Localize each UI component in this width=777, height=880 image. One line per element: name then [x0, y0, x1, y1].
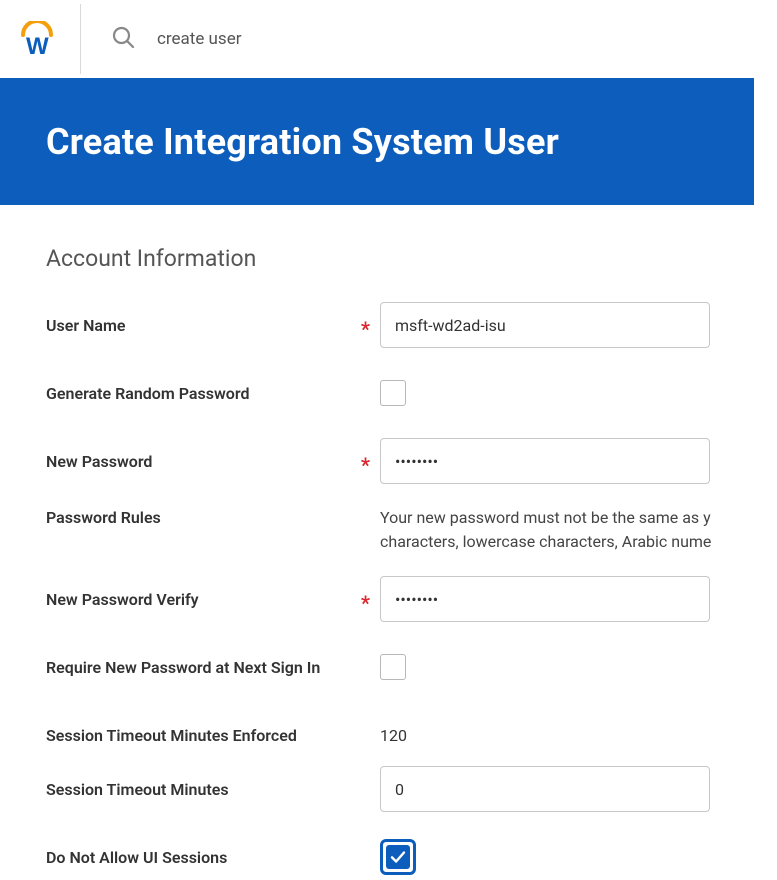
label-user-name: User Name	[46, 316, 126, 335]
search-icon	[111, 25, 135, 53]
search-box[interactable]: create user	[111, 25, 241, 53]
new-password-verify-field[interactable]	[380, 576, 710, 622]
required-icon: *	[361, 453, 370, 477]
generate-random-password-checkbox[interactable]	[380, 380, 406, 406]
workday-logo[interactable]: W	[14, 21, 60, 57]
require-new-password-checkbox[interactable]	[380, 654, 406, 680]
user-name-field[interactable]	[380, 302, 710, 348]
row-user-name: User Name *	[46, 302, 777, 348]
divider	[80, 4, 81, 74]
topbar: W create user	[0, 0, 777, 78]
page-title: Create Integration System User	[46, 121, 559, 163]
row-new-password: New Password *	[46, 438, 777, 484]
content: Account Information User Name * Generate…	[0, 205, 777, 880]
row-session-timeout-enforced: Session Timeout Minutes Enforced 120	[46, 712, 777, 758]
label-new-password: New Password	[46, 452, 152, 471]
do-not-allow-ui-checkbox[interactable]	[380, 839, 416, 875]
label-do-not-allow-ui: Do Not Allow UI Sessions	[46, 848, 227, 867]
row-require-new-password: Require New Password at Next Sign In	[46, 644, 777, 690]
label-new-password-verify: New Password Verify	[46, 590, 199, 609]
session-timeout-enforced-value: 120	[380, 726, 407, 745]
row-new-password-verify: New Password Verify *	[46, 576, 777, 622]
session-timeout-minutes-field[interactable]	[380, 766, 710, 812]
required-icon: *	[361, 317, 370, 341]
label-session-timeout-minutes: Session Timeout Minutes	[46, 780, 229, 799]
row-generate-random-password: Generate Random Password	[46, 370, 777, 416]
page-banner: Create Integration System User	[0, 78, 754, 205]
section-title: Account Information	[46, 245, 777, 272]
search-text: create user	[157, 29, 241, 49]
password-rules-text: Your new password must not be the same a…	[380, 506, 760, 554]
label-require-new-password: Require New Password at Next Sign In	[46, 658, 320, 677]
required-icon: *	[361, 591, 370, 615]
label-session-timeout-enforced: Session Timeout Minutes Enforced	[46, 726, 297, 745]
svg-text:W: W	[26, 33, 49, 57]
row-session-timeout-minutes: Session Timeout Minutes	[46, 766, 777, 812]
label-password-rules: Password Rules	[46, 508, 161, 527]
label-generate-random-password: Generate Random Password	[46, 384, 249, 403]
row-do-not-allow-ui: Do Not Allow UI Sessions	[46, 834, 777, 880]
new-password-field[interactable]	[380, 438, 710, 484]
row-password-rules: Password Rules Your new password must no…	[46, 506, 777, 554]
